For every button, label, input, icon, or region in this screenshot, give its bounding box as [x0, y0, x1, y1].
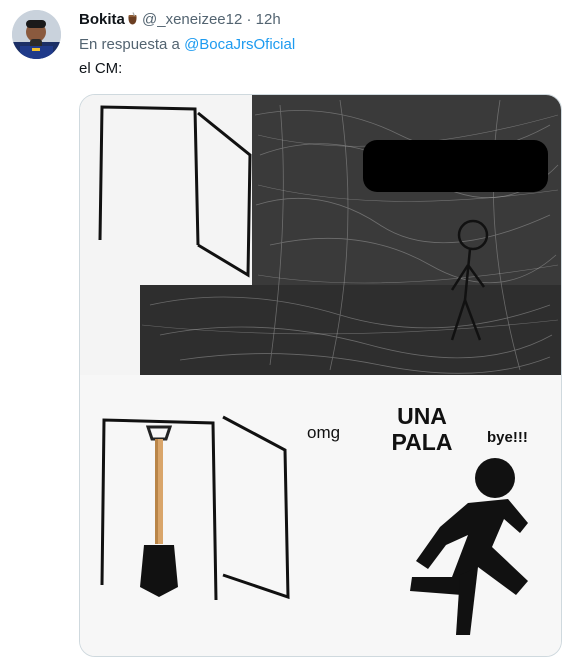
tweet-header: Bokita @_xeneizee12 · 12h [79, 10, 570, 30]
meme-image [80, 95, 561, 656]
meme-caption-una: UNA [397, 403, 447, 429]
meme-caption-omg: omg [307, 423, 341, 442]
tweet[interactable]: Bokita @_xeneizee12 · 12h En respuesta a… [0, 0, 582, 667]
avatar-image [12, 10, 61, 59]
reply-prefix: En respuesta a [79, 36, 180, 53]
reply-context: En respuesta a @BocaJrsOficial [79, 35, 295, 55]
tweet-text: el CM: [79, 60, 123, 77]
meme-caption-pala: PALA [391, 429, 453, 455]
author-handle[interactable]: @_xeneizee12 [142, 11, 242, 28]
author-name[interactable]: Bokita [79, 11, 125, 28]
mate-cup-icon [127, 11, 138, 25]
avatar[interactable] [12, 10, 61, 59]
tweet-timestamp[interactable]: 12h [256, 11, 281, 28]
reply-mention-link[interactable]: @BocaJrsOficial [184, 36, 295, 53]
meme-caption-una-pala: UNA PALA [377, 403, 467, 455]
meme-caption-bye: bye!!! [487, 429, 528, 446]
header-separator: · [246, 11, 252, 28]
tweet-media[interactable]: omg UNA PALA bye!!! [79, 94, 562, 657]
